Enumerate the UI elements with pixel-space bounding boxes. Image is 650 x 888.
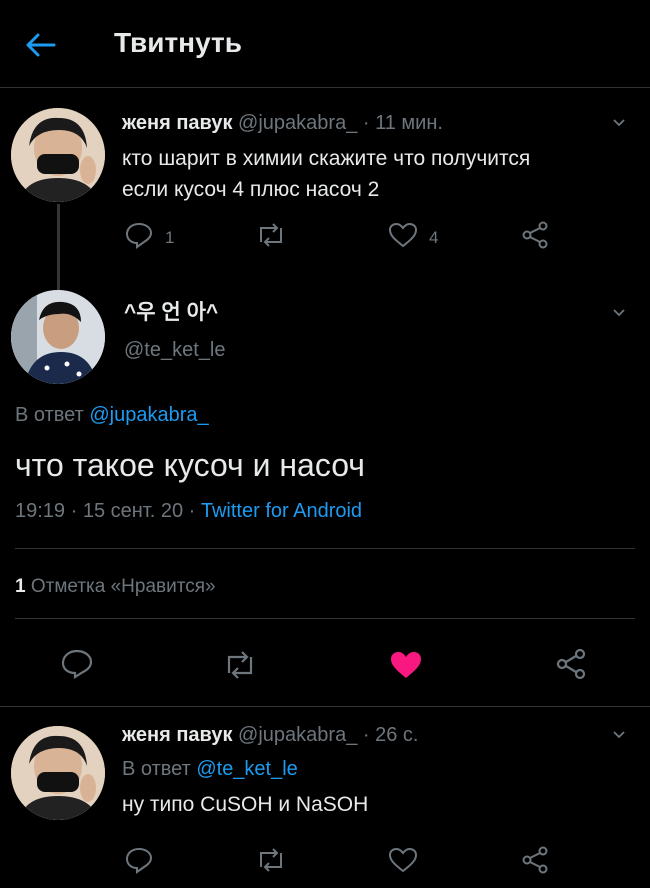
- user-handle[interactable]: @jupakabra_: [238, 112, 357, 134]
- tweet-text-line: кто шарит в химии скажите что получится: [122, 147, 531, 170]
- author-name[interactable]: ^우 언 아^: [124, 296, 218, 326]
- share-icon[interactable]: [554, 648, 588, 680]
- reply-count: 1: [165, 228, 175, 247]
- avatar[interactable]: [11, 726, 105, 820]
- likes-summary[interactable]: 1 Отметка «Нравится»: [15, 576, 216, 598]
- header-divider: [0, 87, 650, 88]
- replying-to: В ответ @jupakabra_: [15, 404, 209, 427]
- avatar[interactable]: [11, 290, 105, 384]
- page-title: Твитнуть: [114, 27, 242, 58]
- reply-header: женя павук @jupakabra_ · 26 с.: [122, 724, 418, 747]
- actions-divider: [0, 706, 650, 707]
- retweet-icon[interactable]: [255, 222, 287, 248]
- avatar[interactable]: [11, 108, 105, 202]
- share-icon[interactable]: [520, 221, 550, 249]
- chevron-down-icon[interactable]: [612, 728, 626, 742]
- reply-icon[interactable]: [60, 648, 94, 680]
- timestamp: · 26 с.: [362, 724, 419, 746]
- tweet-text-line: если кусоч 4 плюс насоч 2: [122, 178, 380, 201]
- replying-to: В ответ @te_ket_le: [122, 758, 298, 781]
- reply-text: ну типо CuSOH и NaSOH: [122, 793, 369, 816]
- like-icon-active[interactable]: [389, 650, 423, 680]
- likes-divider: [15, 618, 635, 619]
- author-handle[interactable]: @te_ket_le: [124, 339, 225, 362]
- retweet-icon[interactable]: [222, 650, 258, 680]
- reply-icon[interactable]: [124, 221, 154, 249]
- tweet-datetime: 19:19 · 15 сент. 20 ·: [15, 500, 196, 522]
- thread-line: [57, 204, 60, 290]
- replying-to-prefix: В ответ: [122, 758, 191, 780]
- likes-number: 1: [15, 576, 26, 597]
- chevron-down-icon[interactable]: [612, 116, 626, 130]
- tweet-meta: 19:19 · 15 сент. 20 · Twitter for Androi…: [15, 500, 362, 523]
- main-tweet-text: что такое кусоч и насоч: [15, 447, 365, 483]
- like-count: 4: [429, 228, 439, 247]
- replying-to-handle[interactable]: @jupakabra_: [89, 404, 208, 426]
- like-icon[interactable]: [388, 847, 418, 873]
- like-icon[interactable]: [388, 222, 418, 248]
- user-handle[interactable]: @jupakabra_: [238, 724, 357, 746]
- tweet-header: женя павук @jupakabra_ · 11 мин.: [122, 112, 443, 135]
- tweet-text: кто шарит в химии скажите что получится …: [122, 143, 530, 205]
- user-name[interactable]: женя павук: [122, 112, 232, 134]
- share-icon[interactable]: [520, 846, 550, 874]
- user-name[interactable]: женя павук: [122, 724, 232, 746]
- back-arrow-icon: [26, 33, 56, 57]
- reply-icon[interactable]: [124, 846, 154, 874]
- likes-label: Отметка «Нравится»: [30, 576, 216, 597]
- meta-divider: [15, 548, 635, 549]
- timestamp: · 11 мин.: [362, 112, 443, 134]
- replying-to-handle[interactable]: @te_ket_le: [196, 758, 297, 780]
- replying-to-prefix: В ответ: [15, 404, 84, 426]
- chevron-down-icon[interactable]: [612, 306, 626, 320]
- retweet-icon[interactable]: [255, 847, 287, 873]
- tweet-client[interactable]: Twitter for Android: [201, 500, 362, 522]
- back-button[interactable]: [22, 30, 58, 60]
